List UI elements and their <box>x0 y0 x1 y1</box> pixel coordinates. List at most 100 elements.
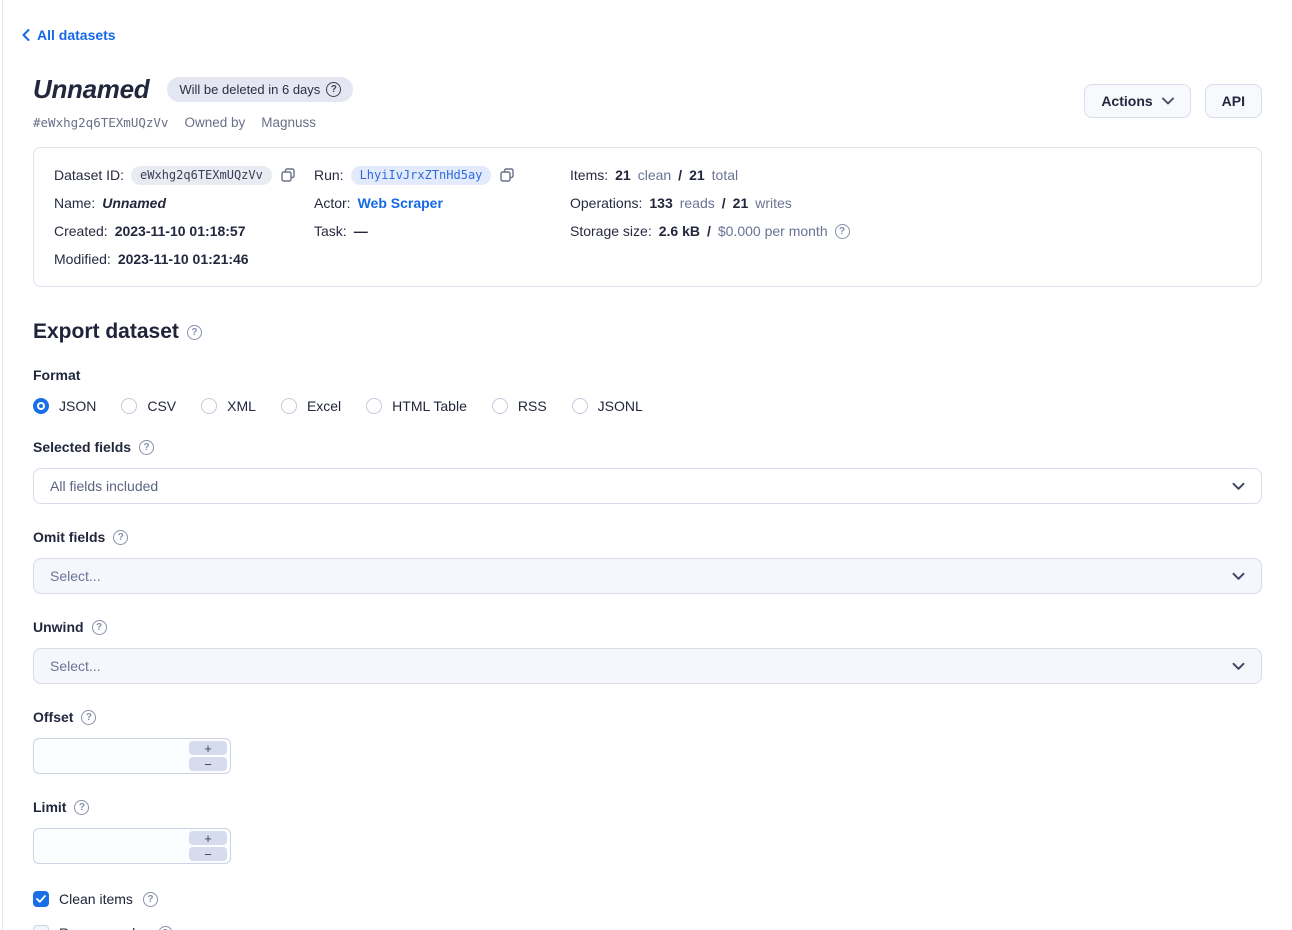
format-radio-rss[interactable]: RSS <box>492 398 547 414</box>
limit-decrement-button[interactable]: − <box>189 847 227 861</box>
limit-input-wrapper: + − <box>33 828 231 864</box>
chevron-down-icon <box>1232 482 1245 491</box>
run-id-link[interactable]: LhyiIvJrxZTnHd5ay <box>351 166 492 185</box>
copy-icon <box>500 168 514 182</box>
operations-separator: / <box>722 195 726 211</box>
offset-input-wrapper: + − <box>33 738 231 774</box>
format-radio-csv[interactable]: CSV <box>121 398 176 414</box>
format-radio-html-table[interactable]: HTML Table <box>366 398 467 414</box>
clean-items-row: Clean items ? <box>33 891 1262 907</box>
items-label: Items: <box>570 167 608 183</box>
page-title: Unnamed <box>33 74 149 105</box>
items-row: Items: 21 clean / 21 total <box>570 161 1241 189</box>
selected-fields-label: Selected fields ? <box>33 439 1262 455</box>
selected-fields-help-icon[interactable]: ? <box>139 440 154 455</box>
offset-stepper: + − <box>189 741 227 771</box>
api-button-label: API <box>1222 93 1245 109</box>
writes-count: 21 <box>733 195 749 211</box>
omit-fields-placeholder: Select... <box>50 568 101 584</box>
copy-dataset-id-button[interactable] <box>281 168 295 182</box>
format-radio-group: JSON CSV XML Excel HTML Table RSS JSONL <box>33 398 1262 414</box>
dataset-hash: #eWxhg2q6TEXmUQzVv <box>33 115 168 130</box>
limit-stepper: + − <box>189 831 227 861</box>
storage-row: Storage size: 2.6 kB / $0.000 per month … <box>570 217 1241 245</box>
actions-button-label: Actions <box>1101 93 1152 109</box>
modified-row: Modified: 2023-11-10 01:21:46 <box>54 245 314 273</box>
unwind-help-icon[interactable]: ? <box>92 620 107 635</box>
actor-label: Actor: <box>314 195 351 211</box>
format-radio-jsonl[interactable]: JSONL <box>572 398 643 414</box>
offset-help-icon[interactable]: ? <box>81 710 96 725</box>
format-option-label: CSV <box>147 398 176 414</box>
selected-fields-label-text: Selected fields <box>33 439 131 455</box>
unwind-dropdown[interactable]: Select... <box>33 648 1262 684</box>
chevron-left-icon <box>22 29 30 41</box>
radio-icon <box>492 398 508 414</box>
format-radio-json[interactable]: JSON <box>33 398 96 414</box>
copy-run-id-button[interactable] <box>500 168 514 182</box>
offset-increment-button[interactable]: + <box>189 741 227 755</box>
run-row: Run: LhyiIvJrxZTnHd5ay <box>314 161 570 189</box>
copy-icon <box>281 168 295 182</box>
limit-help-icon[interactable]: ? <box>74 800 89 815</box>
header-actions: Actions API <box>1084 84 1262 118</box>
omit-fields-dropdown[interactable]: Select... <box>33 558 1262 594</box>
operations-label: Operations: <box>570 195 642 211</box>
export-help-icon[interactable]: ? <box>187 325 202 340</box>
selected-fields-dropdown[interactable]: All fields included <box>33 468 1262 504</box>
unwind-placeholder: Select... <box>50 658 101 674</box>
omit-fields-help-icon[interactable]: ? <box>113 530 128 545</box>
limit-label-text: Limit <box>33 799 66 815</box>
limit-input[interactable] <box>0 831 187 861</box>
check-icon <box>36 895 46 903</box>
back-to-all-datasets-link[interactable]: All datasets <box>22 27 116 43</box>
actions-button[interactable]: Actions <box>1084 84 1190 118</box>
format-option-label: JSONL <box>598 398 643 414</box>
limit-label: Limit ? <box>33 799 1262 815</box>
radio-selected-icon <box>33 398 49 414</box>
format-label: Format <box>33 367 1262 383</box>
format-option-label: Excel <box>307 398 341 414</box>
storage-size-value: 2.6 kB <box>659 223 700 239</box>
format-label-text: Format <box>33 367 80 383</box>
omit-fields-label-text: Omit fields <box>33 529 105 545</box>
owner-name: Magnuss <box>261 115 316 130</box>
offset-label-text: Offset <box>33 709 73 725</box>
offset-input[interactable] <box>0 741 187 771</box>
actor-link[interactable]: Web Scraper <box>358 195 443 211</box>
offset-label: Offset ? <box>33 709 1262 725</box>
items-total-word: total <box>712 167 738 183</box>
limit-increment-button[interactable]: + <box>189 831 227 845</box>
clean-items-help-icon[interactable]: ? <box>143 892 158 907</box>
help-icon[interactable]: ? <box>326 82 341 97</box>
info-column-3: Items: 21 clean / 21 total Operations: 1… <box>570 161 1241 273</box>
items-clean-count: 21 <box>615 167 631 183</box>
chevron-down-icon <box>1232 662 1245 671</box>
storage-label: Storage size: <box>570 223 652 239</box>
offset-decrement-button[interactable]: − <box>189 757 227 771</box>
format-option-label: HTML Table <box>392 398 467 414</box>
radio-icon <box>201 398 217 414</box>
format-radio-xml[interactable]: XML <box>201 398 256 414</box>
back-link-label: All datasets <box>37 27 116 43</box>
deletion-badge-label: Will be deleted in 6 days <box>179 82 320 97</box>
dataset-info-box: Dataset ID: eWxhg2q6TEXmUQzVv Name: Unna… <box>33 147 1262 287</box>
created-row: Created: 2023-11-10 01:18:57 <box>54 217 314 245</box>
unwind-label-text: Unwind <box>33 619 84 635</box>
api-button[interactable]: API <box>1205 84 1262 118</box>
storage-help-icon[interactable]: ? <box>835 224 850 239</box>
clean-items-checkbox[interactable] <box>33 891 49 907</box>
name-row: Name: Unnamed <box>54 189 314 217</box>
dataset-id-label: Dataset ID: <box>54 167 124 183</box>
format-option-label: XML <box>227 398 256 414</box>
unwind-label: Unwind ? <box>33 619 1262 635</box>
reverse-order-checkbox[interactable] <box>33 925 49 930</box>
radio-icon <box>121 398 137 414</box>
name-label: Name: <box>54 195 95 211</box>
reverse-order-help-icon[interactable]: ? <box>158 926 173 930</box>
info-column-2: Run: LhyiIvJrxZTnHd5ay Actor: Web Scrape… <box>314 161 570 273</box>
format-radio-excel[interactable]: Excel <box>281 398 341 414</box>
deletion-badge: Will be deleted in 6 days ? <box>167 77 353 102</box>
info-column-1: Dataset ID: eWxhg2q6TEXmUQzVv Name: Unna… <box>54 161 314 273</box>
task-row: Task: — <box>314 217 570 245</box>
